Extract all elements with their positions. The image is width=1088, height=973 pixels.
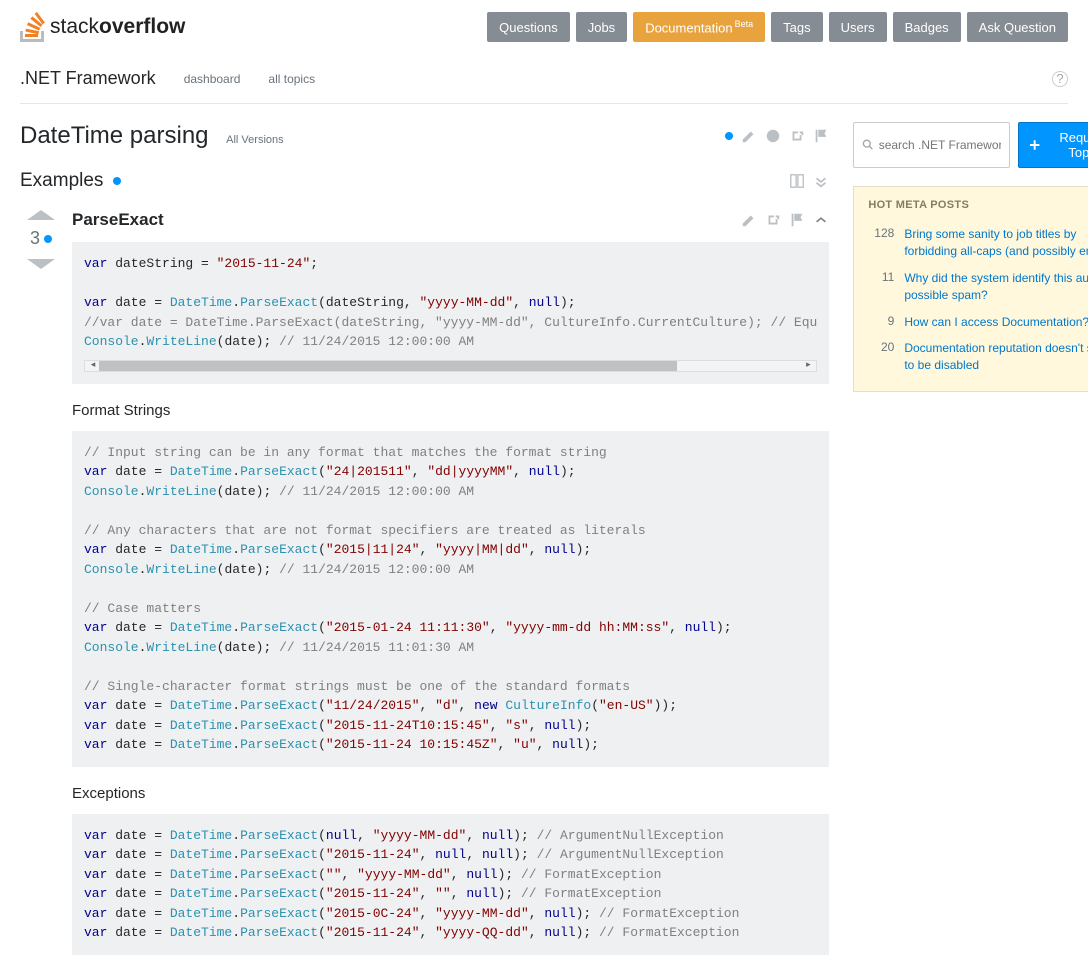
topic-actions — [725, 128, 829, 144]
nav-badges[interactable]: Badges — [893, 12, 961, 42]
edit-icon[interactable] — [741, 212, 757, 228]
flag-icon[interactable] — [789, 212, 805, 228]
nav-tags[interactable]: Tags — [771, 12, 822, 42]
nav-documentation[interactable]: DocumentationBeta — [633, 12, 765, 42]
hot-meta-link[interactable]: Why did the system identify this audit a… — [904, 270, 1088, 304]
hot-meta-link[interactable]: Bring some sanity to job titles by forbi… — [904, 226, 1088, 260]
code-block-exceptions: var date = DateTime.ParseExact(null, "yy… — [72, 814, 829, 955]
doc-subheader: .NET Framework dashboard all topics ? — [20, 50, 1068, 104]
hot-meta-link[interactable]: Documentation reputation doesn't seem to… — [904, 340, 1088, 374]
hot-meta-item: 9 How can I access Documentation? — [854, 309, 1088, 336]
example-title: ParseExact — [72, 210, 164, 230]
hot-meta-count: 9 — [868, 314, 894, 331]
downvote-button[interactable] — [27, 259, 55, 269]
search-box[interactable] — [853, 122, 1010, 168]
request-topic-button[interactable]: Request Topic — [1018, 122, 1088, 168]
hot-meta-item: 20 Documentation reputation doesn't seem … — [854, 335, 1088, 379]
top-nav: QuestionsJobsDocumentationBetaTagsUsersB… — [487, 12, 1068, 42]
code-block-format-strings: // Input string can be in any format tha… — [72, 431, 829, 767]
hot-meta-count: 11 — [868, 270, 894, 304]
tag-title[interactable]: .NET Framework — [20, 68, 156, 89]
collapse-icon[interactable] — [813, 212, 829, 228]
pending-dot-icon — [725, 132, 733, 140]
hot-meta-posts-box: HOT META POSTS 128 Bring some sanity to j… — [853, 186, 1088, 392]
nav-jobs[interactable]: Jobs — [576, 12, 627, 42]
history-icon[interactable] — [765, 128, 781, 144]
examples-heading: Examples — [20, 170, 103, 192]
format-strings-heading: Format Strings — [72, 402, 829, 419]
nav-ask-question[interactable]: Ask Question — [967, 12, 1068, 42]
nav-users[interactable]: Users — [829, 12, 887, 42]
collapse-all-icon[interactable] — [813, 173, 829, 189]
hot-meta-count: 20 — [868, 340, 894, 374]
example-actions — [741, 212, 829, 228]
topic-title: DateTime parsing — [20, 122, 209, 149]
vote-column: 3 — [20, 210, 62, 973]
search-input[interactable] — [879, 138, 1002, 152]
dashboard-link[interactable]: dashboard — [184, 72, 241, 86]
hot-meta-title: HOT META POSTS — [854, 199, 1088, 221]
logo-text: stackoverflow — [50, 15, 185, 39]
stackoverflow-icon — [20, 12, 46, 42]
link-icon[interactable] — [765, 212, 781, 228]
hot-meta-count: 128 — [868, 226, 894, 260]
main-content: DateTime parsing All Versions Examples — [20, 122, 829, 973]
link-icon[interactable] — [789, 128, 805, 144]
edit-icon[interactable] — [741, 128, 757, 144]
vote-score: 3 — [30, 228, 40, 249]
hot-meta-item: 11 Why did the system identify this audit… — [854, 265, 1088, 309]
hot-meta-link[interactable]: How can I access Documentation? — [904, 314, 1088, 331]
site-header: stackoverflow QuestionsJobsDocumentation… — [20, 0, 1068, 50]
sidebar: Request Topic HOT META POSTS 128 Bring so… — [853, 122, 1088, 973]
all-topics-link[interactable]: all topics — [268, 72, 315, 86]
hot-meta-item: 128 Bring some sanity to job titles by fo… — [854, 221, 1088, 265]
horizontal-scrollbar[interactable]: ◂▸ — [84, 360, 817, 372]
versions-label[interactable]: All Versions — [226, 134, 283, 146]
nav-questions[interactable]: Questions — [487, 12, 570, 42]
layout-icon[interactable] — [789, 173, 805, 189]
exceptions-heading: Exceptions — [72, 785, 829, 802]
upvote-button[interactable] — [27, 210, 55, 220]
plus-icon — [1029, 139, 1040, 151]
code-block-basic: var dateString = "2015-11-24"; var date … — [72, 242, 829, 384]
help-icon[interactable]: ? — [1052, 71, 1068, 87]
logo[interactable]: stackoverflow — [20, 12, 185, 42]
pending-dot-icon — [113, 177, 121, 185]
flag-icon[interactable] — [813, 128, 829, 144]
search-icon — [862, 138, 874, 152]
pending-dot-icon — [44, 235, 52, 243]
